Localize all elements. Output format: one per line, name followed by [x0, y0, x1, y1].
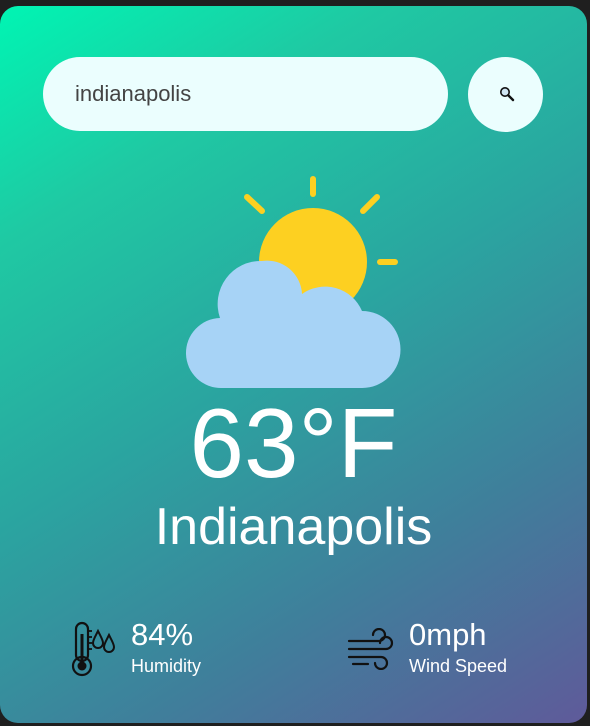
- temperature: 63°F: [189, 388, 398, 498]
- wind-speed-value: 0mph: [409, 617, 487, 652]
- search-bar: [43, 57, 543, 132]
- search-button[interactable]: [468, 57, 543, 132]
- partly-cloudy-icon: [185, 176, 401, 389]
- humidity-label: Humidity: [131, 656, 202, 676]
- city-name: Indianapolis: [154, 498, 433, 556]
- humidity-section: 84% Humidity: [68, 614, 288, 684]
- humidity-thermometer-icon: [71, 621, 116, 677]
- humidity-value: 84%: [131, 617, 194, 652]
- wind-speed-label: Wind Speed: [409, 656, 508, 676]
- search-input[interactable]: [43, 57, 448, 131]
- wind-section: 0mph Wind Speed: [346, 614, 566, 684]
- search-icon: [500, 87, 515, 102]
- wind-icon: [347, 628, 394, 670]
- weather-card: 63°F Indianapolis 84% Humidity 0mph Wind…: [0, 6, 587, 723]
